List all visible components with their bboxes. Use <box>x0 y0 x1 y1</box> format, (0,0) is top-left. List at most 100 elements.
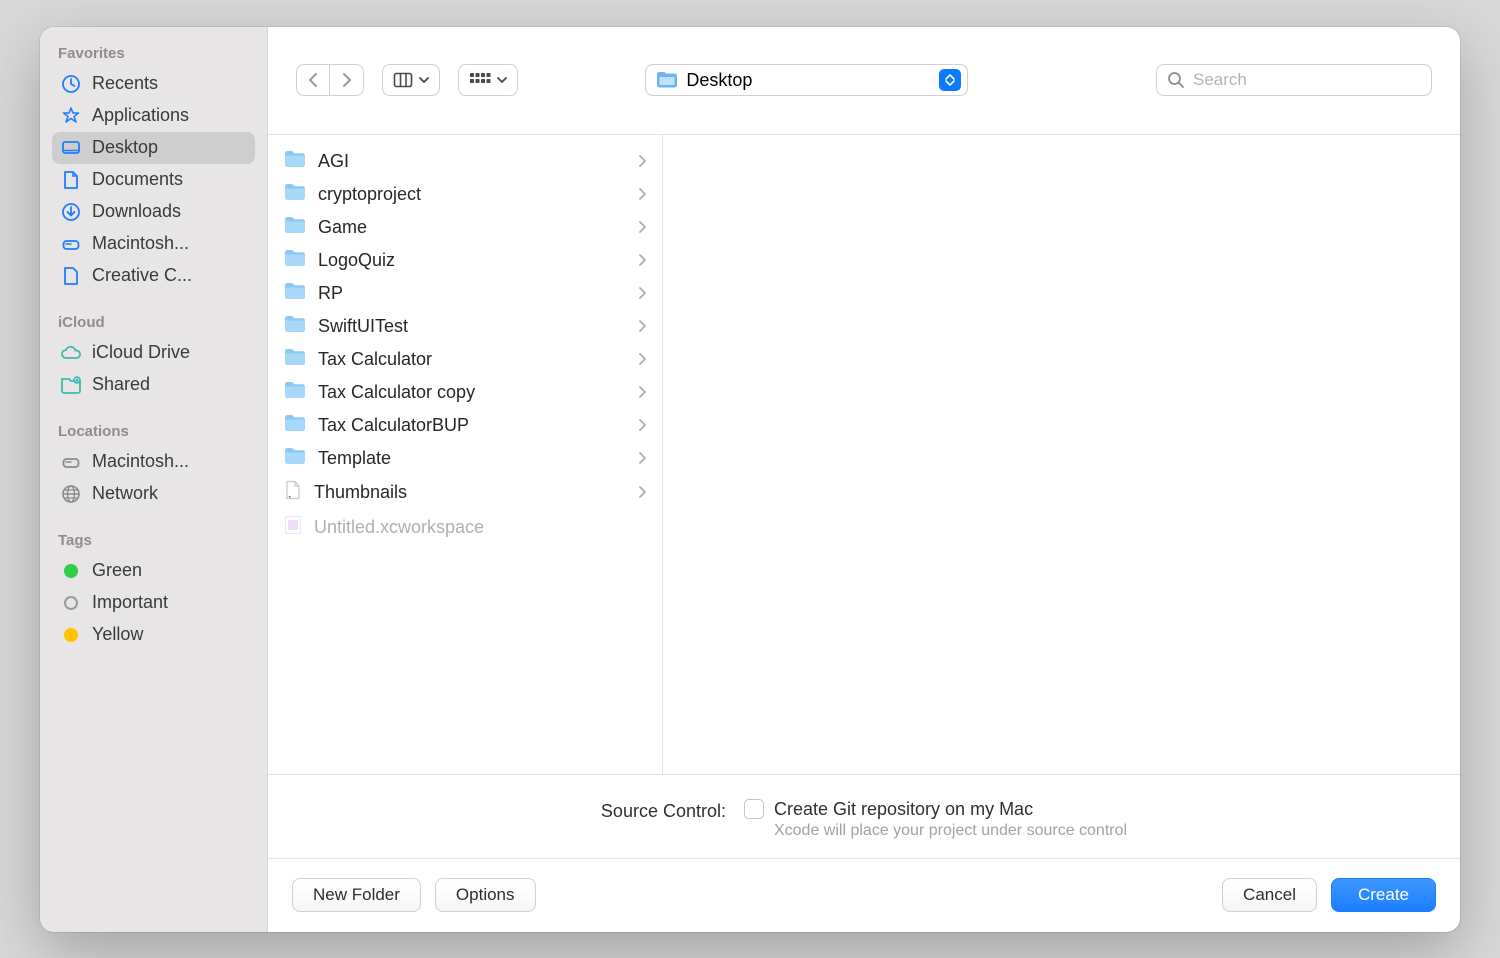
columns-icon <box>393 72 413 88</box>
file-row[interactable]: Tax CalculatorBUP <box>268 409 662 442</box>
new-folder-button[interactable]: New Folder <box>292 878 421 912</box>
folder-icon <box>284 216 306 239</box>
file-name: AGI <box>318 151 626 172</box>
chevron-right-icon <box>638 151 646 172</box>
file-row[interactable]: Template <box>268 442 662 475</box>
sidebar-section-title: Tags <box>52 528 255 555</box>
git-checkbox-label: Create Git repository on my Mac <box>774 799 1033 820</box>
file-row[interactable]: Untitled.xcworkspace <box>268 510 662 545</box>
chevron-right-icon <box>638 482 646 503</box>
sidebar-item-label: Creative C... <box>92 265 192 286</box>
sidebar-item-label: iCloud Drive <box>92 342 190 363</box>
sidebar-item-label: Downloads <box>92 201 181 222</box>
sidebar-item-recents[interactable]: Recents <box>52 68 255 100</box>
chevron-right-icon <box>638 184 646 205</box>
file-name: Game <box>318 217 626 238</box>
sidebar: FavoritesRecents Applications DesktopDocum… <box>40 27 268 932</box>
sidebar-item-important[interactable]: Important <box>52 587 255 619</box>
file-name: cryptoproject <box>318 184 626 205</box>
file-row[interactable]: cryptoproject <box>268 178 662 211</box>
cancel-button[interactable]: Cancel <box>1222 878 1317 912</box>
sidebar-item-desktop[interactable]: Desktop <box>52 132 255 164</box>
main-pane: Desktop AGI cryptoproject Game LogoQuiz RP Sw… <box>268 27 1460 932</box>
options-button[interactable]: Options <box>435 878 536 912</box>
forward-button[interactable] <box>330 64 364 96</box>
file-icon <box>284 480 302 505</box>
folder-icon <box>284 381 306 404</box>
view-columns-button[interactable] <box>382 64 440 96</box>
file-area: AGI cryptoproject Game LogoQuiz RP SwiftUITes… <box>268 135 1460 774</box>
cloud-icon <box>60 342 82 364</box>
sidebar-item-label: Macintosh... <box>92 451 189 472</box>
source-control-label: Source Control: <box>601 799 726 822</box>
file-name: Tax Calculator copy <box>318 382 626 403</box>
file-row[interactable]: RP <box>268 277 662 310</box>
search-box[interactable] <box>1156 64 1432 96</box>
git-checkbox[interactable] <box>744 799 764 819</box>
file-name: RP <box>318 283 626 304</box>
create-button[interactable]: Create <box>1331 878 1436 912</box>
file-name: Tax Calculator <box>318 349 626 370</box>
sidebar-section-title: Favorites <box>52 41 255 68</box>
sidebar-item-label: Important <box>92 592 168 613</box>
desktop-icon <box>60 137 82 159</box>
drive-icon <box>60 233 82 255</box>
apps-icon <box>60 105 82 127</box>
tag-dot-icon <box>60 624 82 646</box>
clock-icon <box>60 73 82 95</box>
location-label: Desktop <box>686 70 930 91</box>
sidebar-item-icloud-drive[interactable]: iCloud Drive <box>52 337 255 369</box>
file-name: LogoQuiz <box>318 250 626 271</box>
folder-icon <box>284 249 306 272</box>
sidebar-item-green[interactable]: Green <box>52 555 255 587</box>
detail-pane <box>663 135 1460 774</box>
back-button[interactable] <box>296 64 330 96</box>
file-name: Tax CalculatorBUP <box>318 415 626 436</box>
network-icon <box>60 483 82 505</box>
file-row[interactable]: Tax Calculator <box>268 343 662 376</box>
chevron-right-icon <box>638 217 646 238</box>
sidebar-item-yellow[interactable]: Yellow <box>52 619 255 651</box>
sidebar-item-shared[interactable]: Shared <box>52 369 255 401</box>
sidebar-item-macintosh-[interactable]: Macintosh... <box>52 446 255 478</box>
file-name: SwiftUITest <box>318 316 626 337</box>
location-stepper-icon <box>939 69 961 91</box>
sidebar-item-creative-c-[interactable]: Creative C... <box>52 260 255 292</box>
chevron-right-icon <box>638 283 646 304</box>
file-icon <box>60 265 82 287</box>
file-name: Template <box>318 448 626 469</box>
file-row[interactable]: Game <box>268 211 662 244</box>
shared-folder-icon <box>60 374 82 396</box>
sidebar-item-network[interactable]: Network <box>52 478 255 510</box>
chevron-right-icon <box>638 316 646 337</box>
sidebar-item-label: Green <box>92 560 142 581</box>
chevron-right-icon <box>638 415 646 436</box>
button-bar: New Folder Options Cancel Create <box>268 858 1460 932</box>
file-row[interactable]: SwiftUITest <box>268 310 662 343</box>
file-row[interactable]: Thumbnails <box>268 475 662 510</box>
download-icon <box>60 201 82 223</box>
nav-buttons <box>296 64 364 96</box>
sidebar-item-label: Applications <box>92 105 189 126</box>
chevron-right-icon <box>342 73 352 87</box>
file-row[interactable]: Tax Calculator copy <box>268 376 662 409</box>
sidebar-item-label: Macintosh... <box>92 233 189 254</box>
search-input[interactable] <box>1193 70 1421 90</box>
sidebar-item-documents[interactable]: Documents <box>52 164 255 196</box>
source-control-section: Source Control: Create Git repository on… <box>268 774 1460 858</box>
file-icon <box>284 515 302 540</box>
save-dialog: FavoritesRecentsApplicationsDesktopDocum… <box>40 27 1460 932</box>
chevron-right-icon <box>638 382 646 403</box>
folder-icon <box>284 414 306 437</box>
file-row[interactable]: LogoQuiz <box>268 244 662 277</box>
group-button[interactable] <box>458 64 518 96</box>
sidebar-item-macintosh-[interactable]: Macintosh... <box>52 228 255 260</box>
file-row[interactable]: AGI <box>268 145 662 178</box>
sidebar-item-applications[interactable]: Applications <box>52 100 255 132</box>
sidebar-section-title: iCloud <box>52 310 255 337</box>
chevron-left-icon <box>308 73 318 87</box>
folder-icon <box>284 150 306 173</box>
chevron-down-icon <box>497 77 507 84</box>
location-picker[interactable]: Desktop <box>645 64 967 96</box>
sidebar-item-downloads[interactable]: Downloads <box>52 196 255 228</box>
